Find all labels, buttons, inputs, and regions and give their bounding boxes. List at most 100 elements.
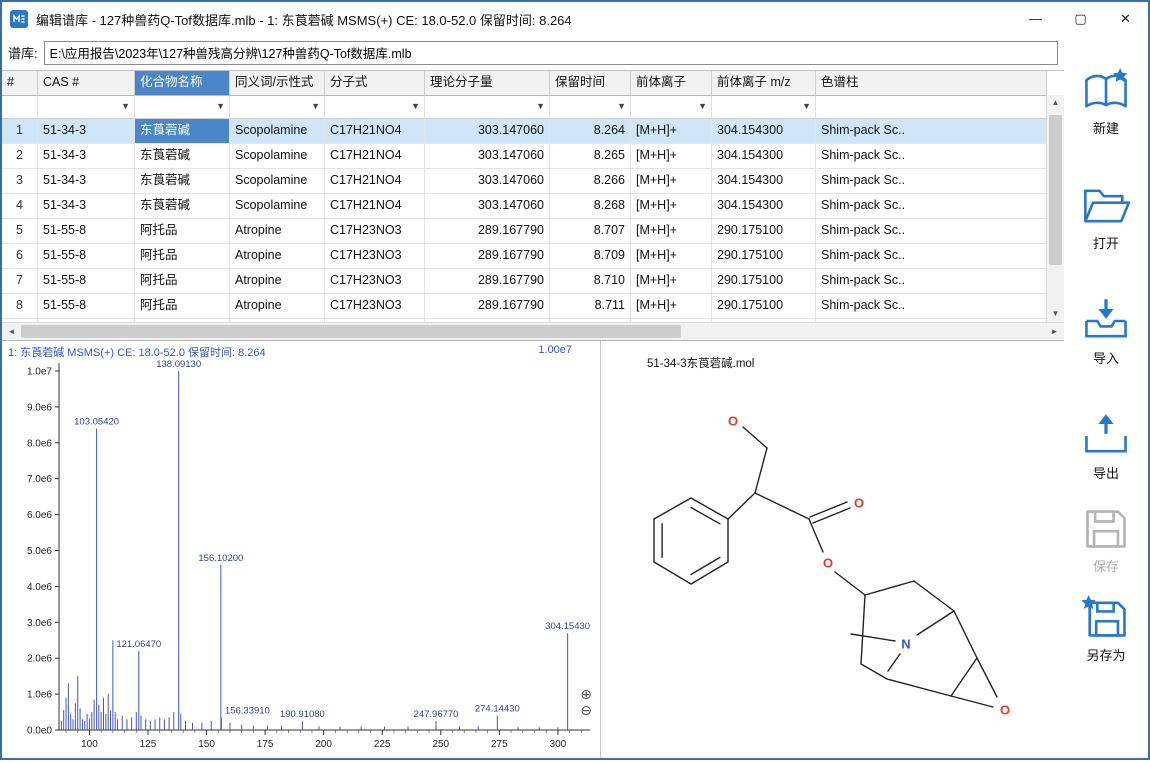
table-cell[interactable]: C17H23NO3 — [325, 244, 425, 269]
table-cell[interactable]: 187.062470 — [425, 319, 550, 323]
column-header[interactable]: 保留时间 — [550, 71, 631, 96]
saveas-button[interactable]: 另存为 — [1079, 593, 1133, 664]
table-cell[interactable]: Shim-pack Sc.. — [816, 194, 1047, 219]
table-cell[interactable]: 9 — [2, 319, 38, 323]
scroll-right-icon[interactable]: ► — [1047, 327, 1062, 336]
filter-cell[interactable]: ▼ — [38, 96, 135, 119]
table-cell[interactable]: C17H23NO3 — [325, 269, 425, 294]
table-cell[interactable]: 304.154300 — [712, 119, 816, 144]
table-cell[interactable]: 8.268 — [550, 194, 631, 219]
table-cell[interactable]: 304.154300 — [712, 169, 816, 194]
table-cell[interactable]: 东莨菪碱 — [135, 169, 230, 194]
filter-cell[interactable]: ▼ — [425, 96, 550, 119]
table-cell[interactable]: [M+H]+ — [631, 269, 712, 294]
column-header[interactable]: 色谱柱 — [816, 71, 1047, 96]
table-cell[interactable]: Atropine — [230, 269, 325, 294]
table-row[interactable]: 351-34-3东莨菪碱ScopolamineC17H21NO4303.1470… — [2, 169, 1064, 194]
table-cell[interactable]: 8.710 — [550, 269, 631, 294]
filter-cell[interactable]: ▼ — [325, 96, 425, 119]
table-cell[interactable]: 304.154300 — [712, 144, 816, 169]
table-cell[interactable]: 10.578 — [550, 319, 631, 323]
table-cell[interactable]: 303.147060 — [425, 119, 550, 144]
filter-cell[interactable]: ▼ — [712, 96, 816, 119]
filter-cell[interactable]: ▼ — [631, 96, 712, 119]
table-cell[interactable]: Shim-pack Sc.. — [816, 219, 1047, 244]
table-cell[interactable]: 阿托品 — [135, 269, 230, 294]
column-header[interactable]: 理论分子量 — [425, 71, 550, 96]
table-cell[interactable]: C17H23NO3 — [325, 294, 425, 319]
table-cell[interactable]: 阿托品 — [135, 219, 230, 244]
table-cell[interactable]: 1 — [2, 119, 38, 144]
filter-cell[interactable]: ▼ — [230, 96, 325, 119]
column-header[interactable]: # — [2, 71, 38, 96]
table-cell[interactable]: Scopolamine — [230, 169, 325, 194]
table-cell[interactable]: Atropine — [230, 244, 325, 269]
scroll-down-icon[interactable]: ▼ — [1047, 306, 1064, 322]
table-cell[interactable]: 8.711 — [550, 294, 631, 319]
table-cell[interactable]: 304.154300 — [712, 194, 816, 219]
table-cell[interactable]: 303.147060 — [425, 194, 550, 219]
table-cell[interactable]: 290.175100 — [712, 244, 816, 269]
table-cell[interactable]: 去乙基阿特拉津 — [135, 319, 230, 323]
import-button[interactable]: 导入 — [1079, 296, 1133, 367]
filter-cell[interactable] — [816, 96, 1047, 119]
table-cell[interactable]: Shim-pack Sc.. — [816, 269, 1047, 294]
table-cell[interactable]: Scopolamine — [230, 144, 325, 169]
table-cell[interactable]: 289.167790 — [425, 219, 550, 244]
vscroll-thumb[interactable] — [1049, 115, 1062, 265]
zoom-out-icon[interactable]: ⊖ — [580, 702, 592, 718]
table-cell[interactable]: [M+H]+ — [631, 244, 712, 269]
table-horizontal-scrollbar[interactable]: ◄ ► — [2, 322, 1064, 340]
table-cell[interactable]: [M+H]+ — [631, 319, 712, 323]
table-row[interactable]: 651-55-8阿托品AtropineC17H23NO3289.1677908.… — [2, 244, 1064, 269]
column-header[interactable]: 前体离子 m/z — [712, 71, 816, 96]
table-cell[interactable]: C17H21NO4 — [325, 144, 425, 169]
table-row[interactable]: 251-34-3东莨菪碱ScopolamineC17H21NO4303.1470… — [2, 144, 1064, 169]
new-button[interactable]: 新建 — [1079, 66, 1133, 137]
filter-cell[interactable]: ▼ — [135, 96, 230, 119]
table-row[interactable]: 96190-65-4去乙基阿特拉津Atrazine-dese...C6H10Cl… — [2, 319, 1064, 323]
table-cell[interactable]: 289.167790 — [425, 269, 550, 294]
column-header[interactable]: 前体离子 — [631, 71, 712, 96]
table-cell[interactable]: 6190-65-4 — [38, 319, 135, 323]
table-cell[interactable]: [M+H]+ — [631, 144, 712, 169]
table-cell[interactable]: 7 — [2, 269, 38, 294]
table-cell[interactable]: 51-34-3 — [38, 119, 135, 144]
table-cell[interactable]: 51-55-8 — [38, 244, 135, 269]
table-cell[interactable]: C6H10ClN5 — [325, 319, 425, 323]
library-path-input[interactable] — [44, 41, 1058, 65]
column-header[interactable]: 化合物名称 — [135, 71, 230, 96]
table-cell[interactable]: Scopolamine — [230, 119, 325, 144]
table-cell[interactable]: Atrazine-dese... — [230, 319, 325, 323]
table-cell[interactable]: Scopolamine — [230, 194, 325, 219]
table-cell[interactable]: 289.167790 — [425, 294, 550, 319]
maximize-button[interactable]: ▢ — [1058, 2, 1103, 36]
table-cell[interactable]: 东莨菪碱 — [135, 144, 230, 169]
table-cell[interactable]: 8.707 — [550, 219, 631, 244]
table-cell[interactable]: [M+H]+ — [631, 294, 712, 319]
table-cell[interactable]: 8 — [2, 294, 38, 319]
table-cell[interactable]: Atropine — [230, 294, 325, 319]
table-cell[interactable]: 2 — [2, 144, 38, 169]
table-cell[interactable]: 东莨菪碱 — [135, 194, 230, 219]
table-cell[interactable]: 289.167790 — [425, 244, 550, 269]
close-button[interactable]: ✕ — [1103, 2, 1148, 36]
table-vertical-scrollbar[interactable]: ▲ ▼ — [1046, 95, 1064, 323]
column-header[interactable]: 同义词/示性式 — [230, 71, 325, 96]
table-cell[interactable]: 51-55-8 — [38, 269, 135, 294]
table-cell[interactable]: Shim-pack Sc.. — [816, 119, 1047, 144]
table-cell[interactable]: Shim-pack Sc.. — [816, 319, 1047, 323]
table-cell[interactable]: 51-34-3 — [38, 194, 135, 219]
table-cell[interactable]: Shim-pack Sc.. — [816, 244, 1047, 269]
table-cell[interactable]: C17H21NO4 — [325, 194, 425, 219]
table-cell[interactable]: 8.266 — [550, 169, 631, 194]
table-cell[interactable]: Atropine — [230, 219, 325, 244]
table-cell[interactable]: 290.175100 — [712, 294, 816, 319]
table-cell[interactable]: 5 — [2, 219, 38, 244]
minimize-button[interactable]: — — [1013, 2, 1058, 36]
table-cell[interactable]: [M+H]+ — [631, 169, 712, 194]
export-button[interactable]: 导出 — [1079, 411, 1133, 482]
table-cell[interactable]: C17H23NO3 — [325, 219, 425, 244]
table-row[interactable]: 751-55-8阿托品AtropineC17H23NO3289.1677908.… — [2, 269, 1064, 294]
table-cell[interactable]: 51-34-3 — [38, 144, 135, 169]
